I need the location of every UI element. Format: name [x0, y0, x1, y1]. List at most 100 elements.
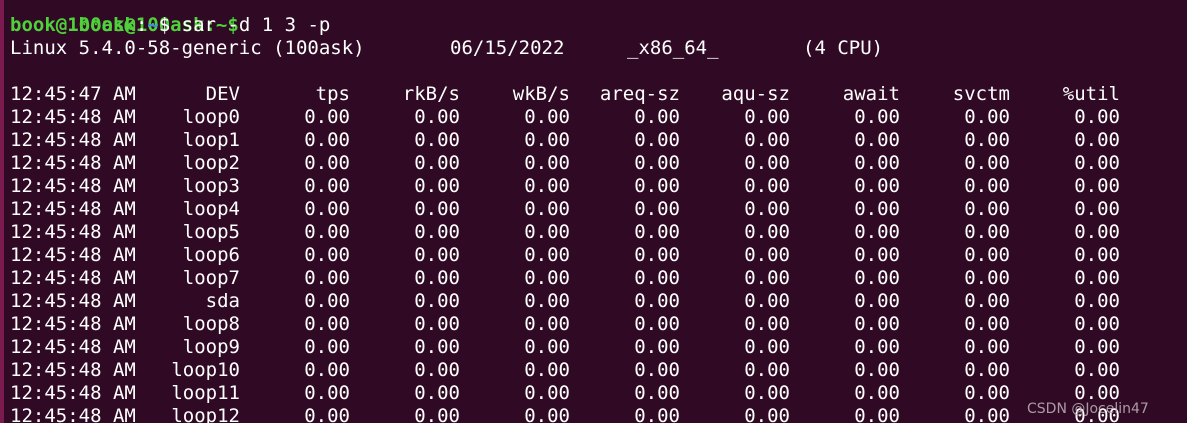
row-value: 0.00	[854, 198, 900, 220]
row-value: 0.00	[524, 267, 570, 289]
row-value: 0.00	[414, 221, 460, 243]
row-device: loop9	[182, 336, 240, 358]
row-device: loop10	[171, 359, 240, 381]
table-header: 12:45:47 AM DEV tps rkB/s wkB/s areq-sz …	[10, 83, 1180, 106]
row-device: loop11	[171, 382, 240, 404]
row-value: 0.00	[414, 382, 460, 404]
row-value: 0.00	[634, 198, 680, 220]
row-device: loop6	[182, 244, 240, 266]
row-time: 12:45:48 AM	[10, 359, 136, 381]
row-device: loop0	[182, 106, 240, 128]
row-device: loop2	[182, 152, 240, 174]
row-value: 0.00	[854, 359, 900, 381]
row-value: 0.00	[414, 106, 460, 128]
row-value: 0.00	[964, 106, 1010, 128]
header-time: 12:45:47 AM	[10, 83, 136, 105]
row-value: 0.00	[524, 382, 570, 404]
table-row: 12:45:48 AM loop9 0.00 0.00 0.00 0.00 0.00 0.00…	[10, 336, 1180, 359]
row-value: 0.00	[414, 152, 460, 174]
row-value: 0.00	[414, 290, 460, 312]
row-value: 0.00	[634, 405, 680, 423]
row-value: 0.00	[964, 129, 1010, 151]
row-value: 0.00	[414, 313, 460, 335]
row-value: 0.00	[414, 198, 460, 220]
row-value: 0.00	[1074, 106, 1120, 128]
row-device: loop7	[182, 267, 240, 289]
row-time: 12:45:48 AM	[10, 244, 136, 266]
row-time: 12:45:48 AM	[10, 129, 136, 151]
row-value: 0.00	[304, 106, 350, 128]
table-row: 12:45:48 AM loop7 0.00 0.00 0.00 0.00 0.00 0.00…	[10, 267, 1180, 290]
row-value: 0.00	[1074, 313, 1120, 335]
row-time: 12:45:48 AM	[10, 198, 136, 220]
row-value: 0.00	[854, 221, 900, 243]
row-value: 0.00	[854, 152, 900, 174]
row-value: 0.00	[744, 382, 790, 404]
table-row: 12:45:48 AM loop3 0.00 0.00 0.00 0.00 0.00 0.00…	[10, 175, 1180, 198]
row-value: 0.00	[634, 313, 680, 335]
prompt-symbol: $	[158, 14, 171, 36]
row-time: 12:45:48 AM	[10, 221, 136, 243]
row-value: 0.00	[634, 106, 680, 128]
row-value: 0.00	[634, 382, 680, 404]
row-value: 0.00	[304, 198, 350, 220]
row-value: 0.00	[854, 244, 900, 266]
row-value: 0.00	[744, 152, 790, 174]
row-value: 0.00	[304, 221, 350, 243]
terminal-window[interactable]: book@100ask:~$ book@100ask:~$ sar -d 1 3…	[0, 0, 1187, 423]
row-value: 0.00	[524, 244, 570, 266]
row-value: 0.00	[854, 313, 900, 335]
row-value: 0.00	[634, 129, 680, 151]
terminal-output: book@100ask:~$ book@100ask:~$ sar -d 1 3…	[10, 0, 1180, 423]
row-value: 0.00	[964, 152, 1010, 174]
row-value: 0.00	[304, 175, 350, 197]
header-tps: tps	[315, 83, 350, 105]
system-info-line: Linux 5.4.0-58-generic (100ask) 06/15/20…	[10, 37, 1180, 60]
row-value: 0.00	[304, 405, 350, 423]
command-text: sar -d 1 3 -p	[170, 14, 331, 36]
row-value: 0.00	[524, 359, 570, 381]
row-value: 0.00	[414, 267, 460, 289]
row-value: 0.00	[634, 152, 680, 174]
row-device: loop12	[171, 405, 240, 423]
row-value: 0.00	[524, 175, 570, 197]
table-row: 12:45:48 AM loop12 0.00 0.00 0.00 0.00 0.00 0.0…	[10, 405, 1180, 423]
row-value: 0.00	[744, 267, 790, 289]
row-value: 0.00	[524, 152, 570, 174]
row-value: 0.00	[414, 244, 460, 266]
row-time: 12:45:48 AM	[10, 152, 136, 174]
row-value: 0.00	[964, 198, 1010, 220]
row-value: 0.00	[524, 313, 570, 335]
row-value: 0.00	[854, 382, 900, 404]
row-value: 0.00	[854, 267, 900, 289]
table-row: 12:45:48 AM loop2 0.00 0.00 0.00 0.00 0.00 0.00…	[10, 152, 1180, 175]
date-info: 06/15/2022	[450, 37, 565, 59]
row-value: 0.00	[634, 175, 680, 197]
row-value: 0.00	[634, 336, 680, 358]
row-value: 0.00	[744, 106, 790, 128]
row-value: 0.00	[634, 290, 680, 312]
row-time: 12:45:48 AM	[10, 175, 136, 197]
row-value: 0.00	[964, 267, 1010, 289]
header-wkbs: wkB/s	[512, 83, 570, 105]
row-value: 0.00	[744, 221, 790, 243]
table-row: 12:45:48 AM loop4 0.00 0.00 0.00 0.00 0.00 0.00…	[10, 198, 1180, 221]
row-value: 0.00	[524, 198, 570, 220]
row-value: 0.00	[1074, 129, 1120, 151]
table-body: 12:45:48 AM loop0 0.00 0.00 0.00 0.00 0.00 0.00…	[10, 106, 1180, 423]
row-value: 0.00	[964, 336, 1010, 358]
row-value: 0.00	[964, 359, 1010, 381]
header-svctm: svctm	[952, 83, 1010, 105]
prompt-separator: :	[135, 14, 148, 36]
row-value: 0.00	[524, 106, 570, 128]
prompt-user-host: book@100ask	[10, 14, 136, 36]
prompt-line: book@100ask:~$ sar -d 1 3 -p	[10, 14, 1180, 37]
prompt-path: ~	[147, 14, 159, 36]
row-value: 0.00	[304, 244, 350, 266]
row-time: 12:45:48 AM	[10, 405, 136, 423]
row-value: 0.00	[304, 336, 350, 358]
table-row: 12:45:48 AM loop10 0.00 0.00 0.00 0.00 0.00 0.0…	[10, 359, 1180, 382]
row-value: 0.00	[744, 336, 790, 358]
row-time: 12:45:48 AM	[10, 267, 136, 289]
